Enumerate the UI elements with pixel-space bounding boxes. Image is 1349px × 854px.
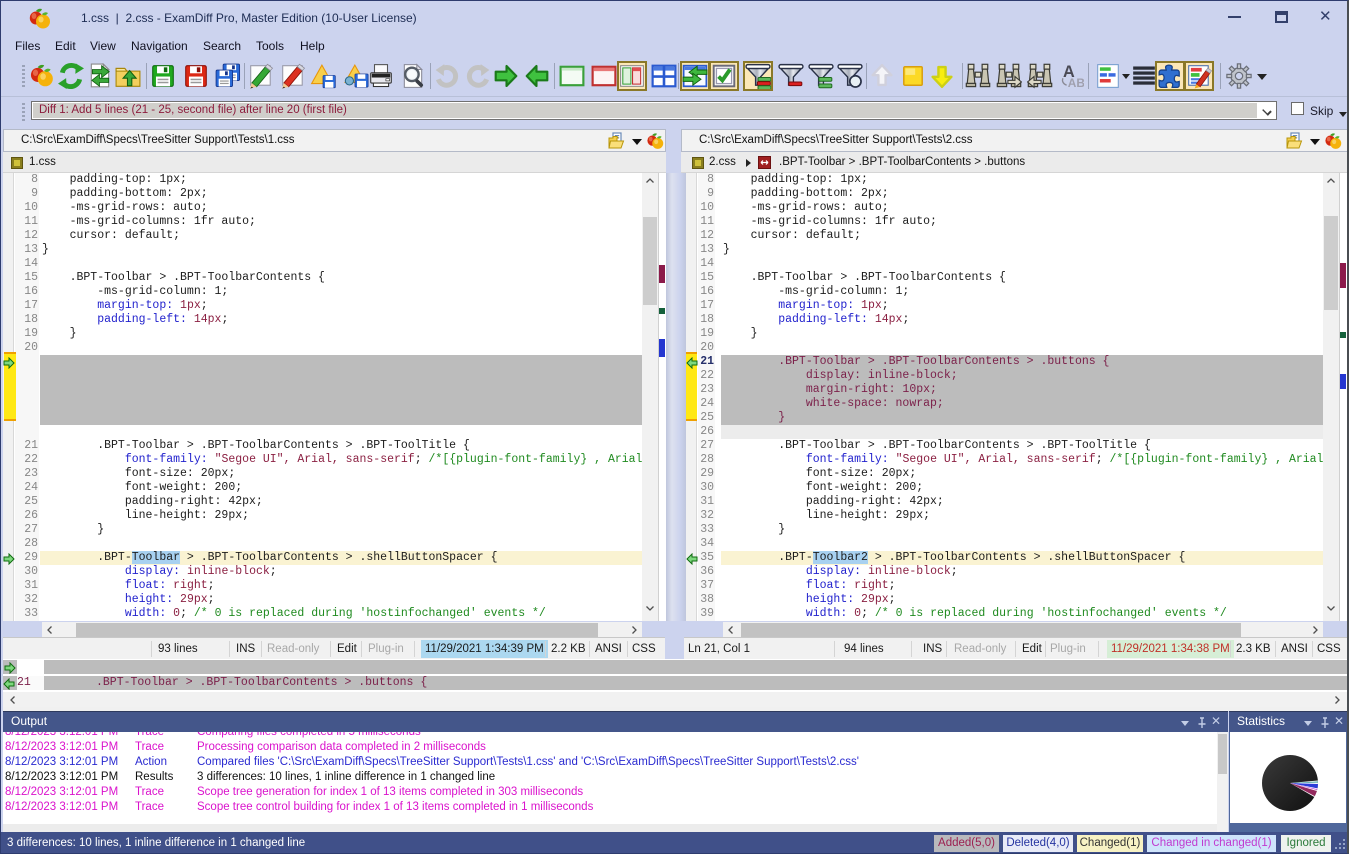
svg-text:AB: AB [1068, 76, 1084, 89]
